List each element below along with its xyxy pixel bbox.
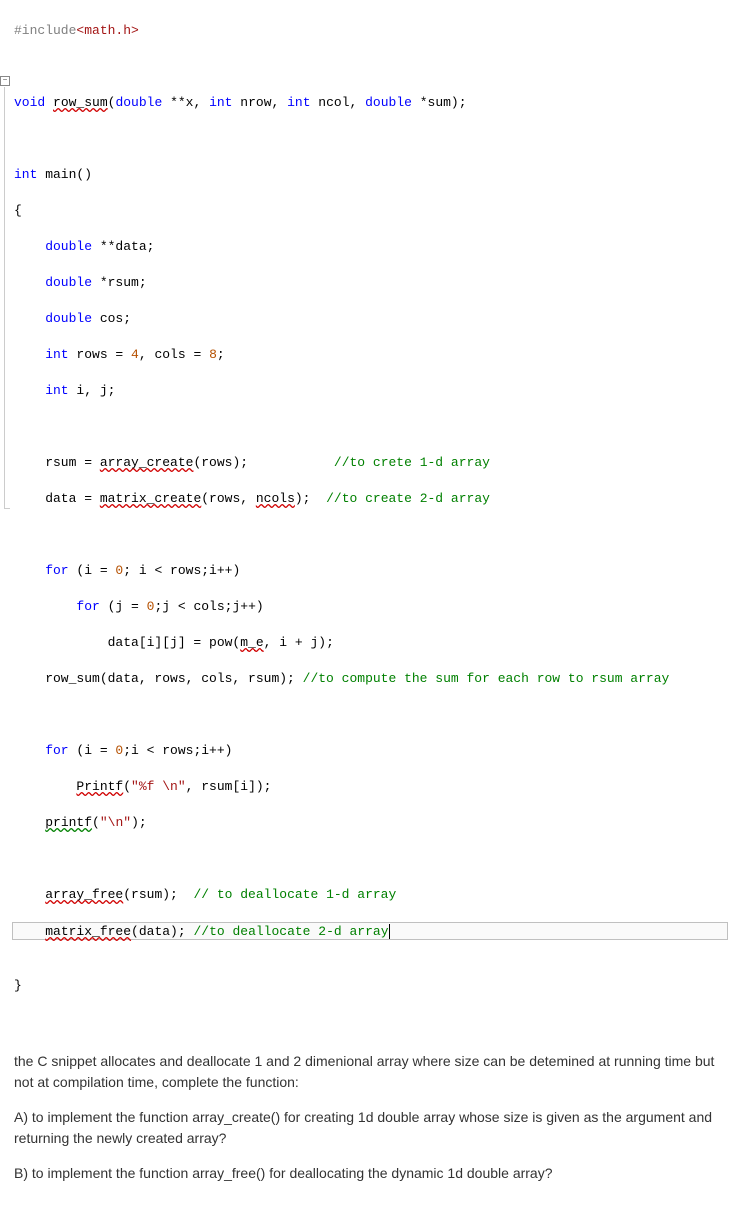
code-line: { — [14, 202, 742, 220]
code-line: int main() — [14, 166, 742, 184]
code-line: printf("\n"); — [14, 814, 742, 832]
question-text: the C snippet allocates and deallocate 1… — [0, 1035, 742, 1208]
code-line: Printf("%f \n", rsum[i]); — [14, 778, 742, 796]
code-line: int i, j; — [14, 382, 742, 400]
text-cursor — [389, 924, 390, 939]
code-editor: − #include<math.h> void row_sum(double *… — [0, 0, 742, 1035]
code-line: data[i][j] = pow(m_e, i + j); — [14, 634, 742, 652]
code-line: for (i = 0; i < rows;i++) — [14, 562, 742, 580]
fold-icon[interactable]: − — [0, 76, 10, 86]
code-line: int rows = 4, cols = 8; — [14, 346, 742, 364]
code-line: double **data; — [14, 238, 742, 256]
question-part-b: B) to implement the function array_free(… — [14, 1163, 728, 1184]
code-line — [14, 418, 742, 436]
code-line — [14, 130, 742, 148]
code-line-active: matrix_free(data); //to deallocate 2-d a… — [12, 922, 728, 940]
code-line — [14, 850, 742, 868]
code-line: array_free(rsum); // to deallocate 1-d a… — [14, 886, 742, 904]
code-line — [14, 526, 742, 544]
code-content: #include<math.h> void row_sum(double **x… — [14, 4, 742, 1031]
code-line: void row_sum(double **x, int nrow, int n… — [14, 94, 742, 112]
fold-end — [4, 508, 10, 509]
code-line: rsum = array_create(rows); //to crete 1-… — [14, 454, 742, 472]
code-line: for (j = 0;j < cols;j++) — [14, 598, 742, 616]
question-intro: the C snippet allocates and deallocate 1… — [14, 1051, 728, 1093]
code-line — [14, 941, 742, 959]
code-line: data = matrix_create(rows, ncols); //to … — [14, 490, 742, 508]
code-line: } — [14, 977, 742, 995]
code-line: for (i = 0;i < rows;i++) — [14, 742, 742, 760]
code-line — [14, 58, 742, 76]
code-line — [14, 706, 742, 724]
code-line: double cos; — [14, 310, 742, 328]
fold-gutter: − — [0, 0, 12, 1035]
code-line: #include<math.h> — [14, 22, 742, 40]
question-part-a: A) to implement the function array_creat… — [14, 1107, 728, 1149]
code-line: row_sum(data, rows, cols, rsum); //to co… — [14, 670, 742, 688]
fold-bar — [4, 87, 5, 508]
code-line: double *rsum; — [14, 274, 742, 292]
